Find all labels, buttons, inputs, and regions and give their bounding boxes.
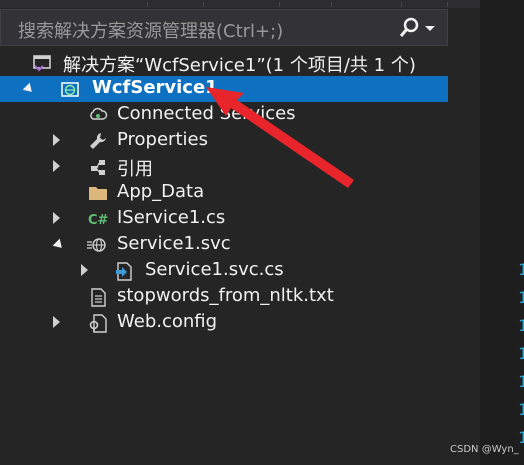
- annotation-arrow: [206, 87, 354, 188]
- watermark: CSDN @Wyn_: [450, 444, 519, 455]
